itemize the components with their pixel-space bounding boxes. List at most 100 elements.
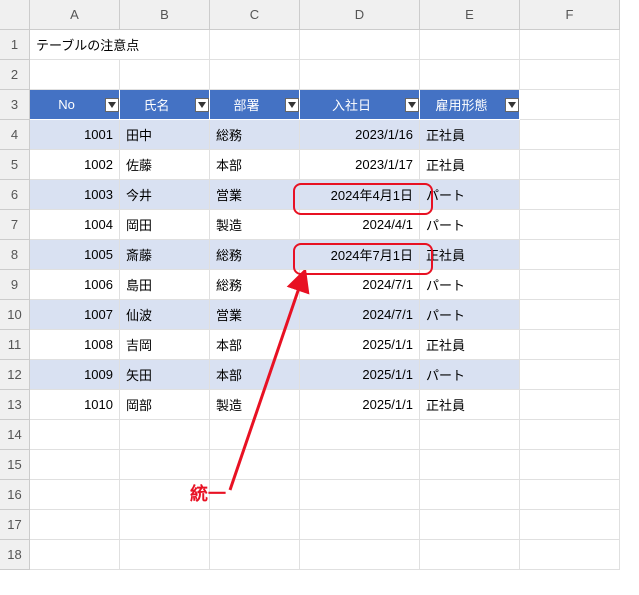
cell-hire[interactable]: 2025/1/1 [300,390,420,420]
cell[interactable] [30,540,120,570]
cell[interactable] [30,510,120,540]
cell-dept[interactable]: 営業 [210,180,300,210]
cell-no[interactable]: 1005 [30,240,120,270]
filter-icon[interactable] [105,98,119,112]
cell-emp[interactable]: 正社員 [420,240,520,270]
cell-name[interactable]: 吉岡 [120,330,210,360]
cell[interactable] [210,510,300,540]
filter-icon[interactable] [285,98,299,112]
cell[interactable] [520,420,620,450]
cell-F9[interactable] [520,270,620,300]
cell[interactable] [420,540,520,570]
cell-hire[interactable]: 2024/7/1 [300,270,420,300]
table-header-name[interactable]: 氏名 [120,90,210,120]
cell-name[interactable]: 島田 [120,270,210,300]
row-header-14[interactable]: 14 [0,420,30,450]
cell[interactable] [120,450,210,480]
cell-emp[interactable]: 正社員 [420,150,520,180]
filter-icon[interactable] [505,98,519,112]
cell-dept[interactable]: 本部 [210,360,300,390]
cell[interactable] [520,540,620,570]
row-header-9[interactable]: 9 [0,270,30,300]
cell-D1[interactable] [300,30,420,60]
cell-emp[interactable]: パート [420,210,520,240]
cell[interactable] [300,420,420,450]
cell-emp[interactable]: 正社員 [420,390,520,420]
cell[interactable] [520,510,620,540]
cell-no[interactable]: 1009 [30,360,120,390]
cell-emp[interactable]: 正社員 [420,330,520,360]
col-header-C[interactable]: C [210,0,300,30]
cell-D2[interactable] [300,60,420,90]
cell-E1[interactable] [420,30,520,60]
cell-dept[interactable]: 総務 [210,240,300,270]
cell-E2[interactable] [420,60,520,90]
cell-C1[interactable] [210,30,300,60]
cell[interactable] [30,450,120,480]
cell-F5[interactable] [520,150,620,180]
row-header-18[interactable]: 18 [0,540,30,570]
table-header-emp[interactable]: 雇用形態 [420,90,520,120]
cell-name[interactable]: 田中 [120,120,210,150]
cell-dept[interactable]: 製造 [210,390,300,420]
cell-name[interactable]: 仙波 [120,300,210,330]
row-header-3[interactable]: 3 [0,90,30,120]
cell[interactable] [420,450,520,480]
row-header-11[interactable]: 11 [0,330,30,360]
row-header-8[interactable]: 8 [0,240,30,270]
row-header-12[interactable]: 12 [0,360,30,390]
row-header-17[interactable]: 17 [0,510,30,540]
cell-F3[interactable] [520,90,620,120]
cell-F12[interactable] [520,360,620,390]
cell[interactable] [210,420,300,450]
cell-no[interactable]: 1006 [30,270,120,300]
cell-A2[interactable] [30,60,120,90]
cell-dept[interactable]: 営業 [210,300,300,330]
row-header-4[interactable]: 4 [0,120,30,150]
cell-name[interactable]: 矢田 [120,360,210,390]
cell[interactable] [300,510,420,540]
table-header-dept[interactable]: 部署 [210,90,300,120]
row-header-2[interactable]: 2 [0,60,30,90]
row-header-1[interactable]: 1 [0,30,30,60]
row-header-10[interactable]: 10 [0,300,30,330]
cell[interactable] [520,450,620,480]
cell-no[interactable]: 1003 [30,180,120,210]
cell-emp[interactable]: パート [420,180,520,210]
col-header-F[interactable]: F [520,0,620,30]
cell-hire[interactable]: 2023/1/16 [300,120,420,150]
cell-emp[interactable]: パート [420,270,520,300]
cell[interactable] [120,510,210,540]
cell-dept[interactable]: 総務 [210,270,300,300]
cell[interactable] [300,450,420,480]
cell[interactable] [420,480,520,510]
cell[interactable] [120,420,210,450]
cell-F1[interactable] [520,30,620,60]
cell-dept[interactable]: 総務 [210,120,300,150]
cell-no[interactable]: 1001 [30,120,120,150]
cell-no[interactable]: 1007 [30,300,120,330]
cell-hire[interactable]: 2024/7/1 [300,300,420,330]
cell[interactable] [210,450,300,480]
cell-emp[interactable]: パート [420,300,520,330]
cell-F10[interactable] [520,300,620,330]
cell[interactable] [300,480,420,510]
cell-no[interactable]: 1008 [30,330,120,360]
cell-F13[interactable] [520,390,620,420]
cell-no[interactable]: 1010 [30,390,120,420]
cell-F4[interactable] [520,120,620,150]
cell-emp[interactable]: パート [420,360,520,390]
col-header-D[interactable]: D [300,0,420,30]
table-header-no[interactable]: No [30,90,120,120]
cell-name[interactable]: 今井 [120,180,210,210]
cell-name[interactable]: 斎藤 [120,240,210,270]
cell[interactable] [420,420,520,450]
table-header-hire[interactable]: 入社日 [300,90,420,120]
cell-hire[interactable]: 2023/1/17 [300,150,420,180]
cell-F8[interactable] [520,240,620,270]
row-header-13[interactable]: 13 [0,390,30,420]
cell[interactable] [210,540,300,570]
cell-name[interactable]: 岡部 [120,390,210,420]
cell-F7[interactable] [520,210,620,240]
cell-no[interactable]: 1002 [30,150,120,180]
